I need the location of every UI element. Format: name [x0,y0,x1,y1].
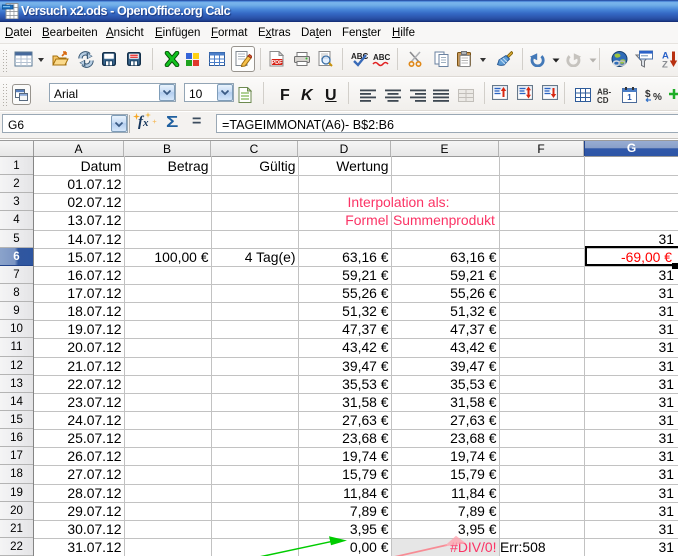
svg-text:1: 1 [627,93,632,102]
svg-text:PDF: PDF [272,60,284,66]
svg-text:Z: Z [662,60,668,69]
svg-text:CD: CD [597,96,609,103]
svg-text:ABC: ABC [373,53,391,62]
svg-text:$: $ [645,89,651,100]
svg-text:%: % [653,92,662,103]
